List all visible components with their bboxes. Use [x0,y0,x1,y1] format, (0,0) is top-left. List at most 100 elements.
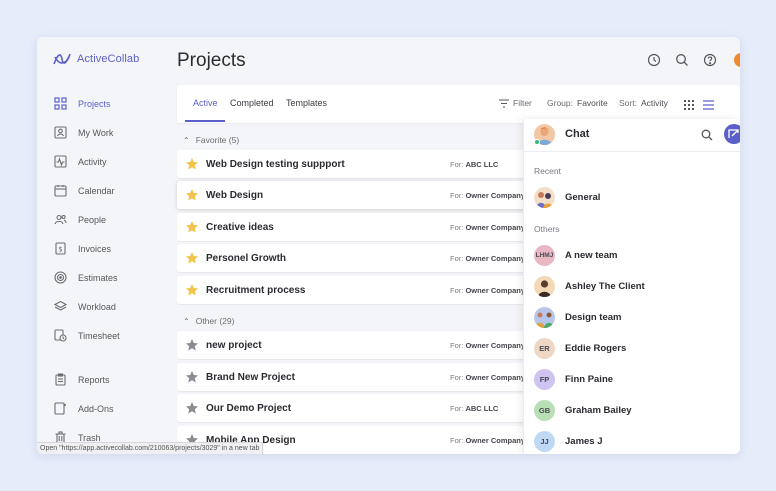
logo-text: ActiveCollab [77,53,140,65]
chat-item-general[interactable]: General [534,187,600,208]
tab-active[interactable]: Active [193,98,218,108]
app-window: ActiveCollab Projects My Work Activity C… [37,37,740,454]
logo[interactable]: ActiveCollab [52,51,139,67]
project-row[interactable]: Creative ideas For: Owner Company [177,213,537,241]
list-view-icon[interactable] [703,100,714,110]
project-name: Creative ideas [206,221,274,233]
person-icon [538,280,551,297]
chat-item-name: Design team [565,312,622,323]
avatar: ER [534,338,555,359]
filter-label: Filter [513,98,532,108]
sidebar-item-label: Timesheet [78,330,120,341]
project-client: For: ABC LLC [450,403,499,413]
calendar-icon [54,185,67,197]
clock-icon[interactable] [647,53,661,67]
avatar: LHMJ [534,245,555,266]
sidebar-item-workload[interactable]: Workload [54,300,116,313]
star-filled-icon[interactable] [185,220,199,234]
project-client: For: Owner Company [450,435,526,445]
star-icon[interactable] [185,401,199,415]
sidebar-item-activity[interactable]: Activity [54,155,107,168]
new-message-button[interactable] [724,124,740,144]
active-tab-indicator [185,120,225,122]
filter-button[interactable]: Filter [499,98,532,108]
compose-icon [728,129,739,138]
project-name: Personel Growth [206,252,287,264]
project-name: Recruitment process [206,284,306,296]
sidebar-item-estimates[interactable]: Estimates [54,271,118,284]
chat-item[interactable]: GB Graham Bailey [534,400,632,421]
sidebar-item-add-ons[interactable]: Add-Ons [54,402,114,415]
timesheet-icon [54,329,67,342]
project-client: For: Owner Company [450,285,526,295]
project-client: For: Owner Company [450,372,526,382]
sidebar-item-label: People [78,214,107,225]
grid-view-icon[interactable] [684,100,694,110]
tab-templates[interactable]: Templates [286,98,327,108]
avatar: JJ [534,431,555,452]
search-icon[interactable] [675,53,689,67]
user-card-icon [54,126,67,139]
sidebar-item-label: Add-Ons [78,403,114,414]
project-row[interactable]: Brand New Project For: Owner Company [177,363,537,391]
avatar: GB [534,400,555,421]
chat-item[interactable]: Ashley The Client [534,276,645,297]
people-icon [54,214,67,225]
sidebar-item-label: Projects [78,98,111,109]
project-row[interactable]: Web Design testing suppport For: ABC LLC [177,150,537,178]
chat-item-name: Finn Paine [565,374,614,385]
chat-item[interactable]: JJ James J [534,431,603,452]
sort-dropdown[interactable]: Sort: Activity [619,98,668,108]
star-filled-icon[interactable] [185,157,199,171]
group-avatar [534,187,555,208]
star-filled-icon[interactable] [185,251,199,265]
tab-completed[interactable]: Completed [230,98,274,108]
group-title: Other (29) [195,316,235,326]
star-icon[interactable] [185,370,199,384]
header-actions [647,53,717,67]
sidebar-item-calendar[interactable]: Calendar [54,184,115,197]
project-row[interactable]: new project For: Owner Company [177,331,537,359]
project-client: For: Owner Company [450,253,526,263]
chat-title: Chat [565,128,590,140]
chat-item[interactable]: FP Finn Paine [534,369,613,390]
project-row[interactable]: Recruitment process For: Owner Company [177,276,537,304]
online-status-badge [534,139,540,145]
sidebar-item-projects[interactable]: Projects [54,97,111,110]
sidebar-item-my-work[interactable]: My Work [54,126,113,139]
group-by-dropdown[interactable]: Group: Favorite [547,98,608,108]
star-icon[interactable] [185,338,199,352]
chat-header: Chat [524,119,740,152]
project-name: Web Design [206,189,264,201]
avatar [534,276,555,297]
star-filled-icon[interactable] [185,188,199,202]
svg-text:$: $ [58,246,62,254]
group-value: Favorite [577,98,608,108]
clipboard-icon [55,373,66,386]
chat-item-name: Eddie Rogers [565,343,627,354]
project-name: Brand New Project [206,371,295,383]
chat-item[interactable]: LHMJ A new team [534,245,617,266]
star-filled-icon[interactable] [185,283,199,297]
help-icon[interactable] [703,53,717,67]
project-row[interactable]: Web Design For: Owner Company [177,181,537,209]
group-header-favorite[interactable]: ⌃ Favorite (5) [183,135,239,145]
project-row[interactable]: Personel Growth For: Owner Company [177,244,537,272]
sidebar-item-label: Workload [78,301,116,312]
sidebar-item-people[interactable]: People [54,213,106,226]
user-avatar[interactable] [734,53,740,67]
sidebar-item-reports[interactable]: Reports [54,373,110,386]
invoice-icon: $ [55,242,66,255]
sort-value: Activity [640,98,668,108]
group-header-other[interactable]: ⌃ Other (29) [183,316,234,326]
search-icon[interactable] [701,129,713,141]
chat-item[interactable]: ER Eddie Rogers [534,338,626,359]
chat-item-name: General [565,192,601,203]
chat-item[interactable]: Design team [534,307,622,328]
sidebar-item-timesheet[interactable]: Timesheet [54,329,120,342]
tab-bar: Active Completed Templates Filter Group:… [177,85,740,123]
sidebar-item-invoices[interactable]: $ Invoices [54,242,111,255]
group-people-icon [536,192,553,208]
project-row[interactable]: Our Demo Project For: ABC LLC [177,394,537,422]
sidebar: ActiveCollab Projects My Work Activity C… [37,37,167,454]
